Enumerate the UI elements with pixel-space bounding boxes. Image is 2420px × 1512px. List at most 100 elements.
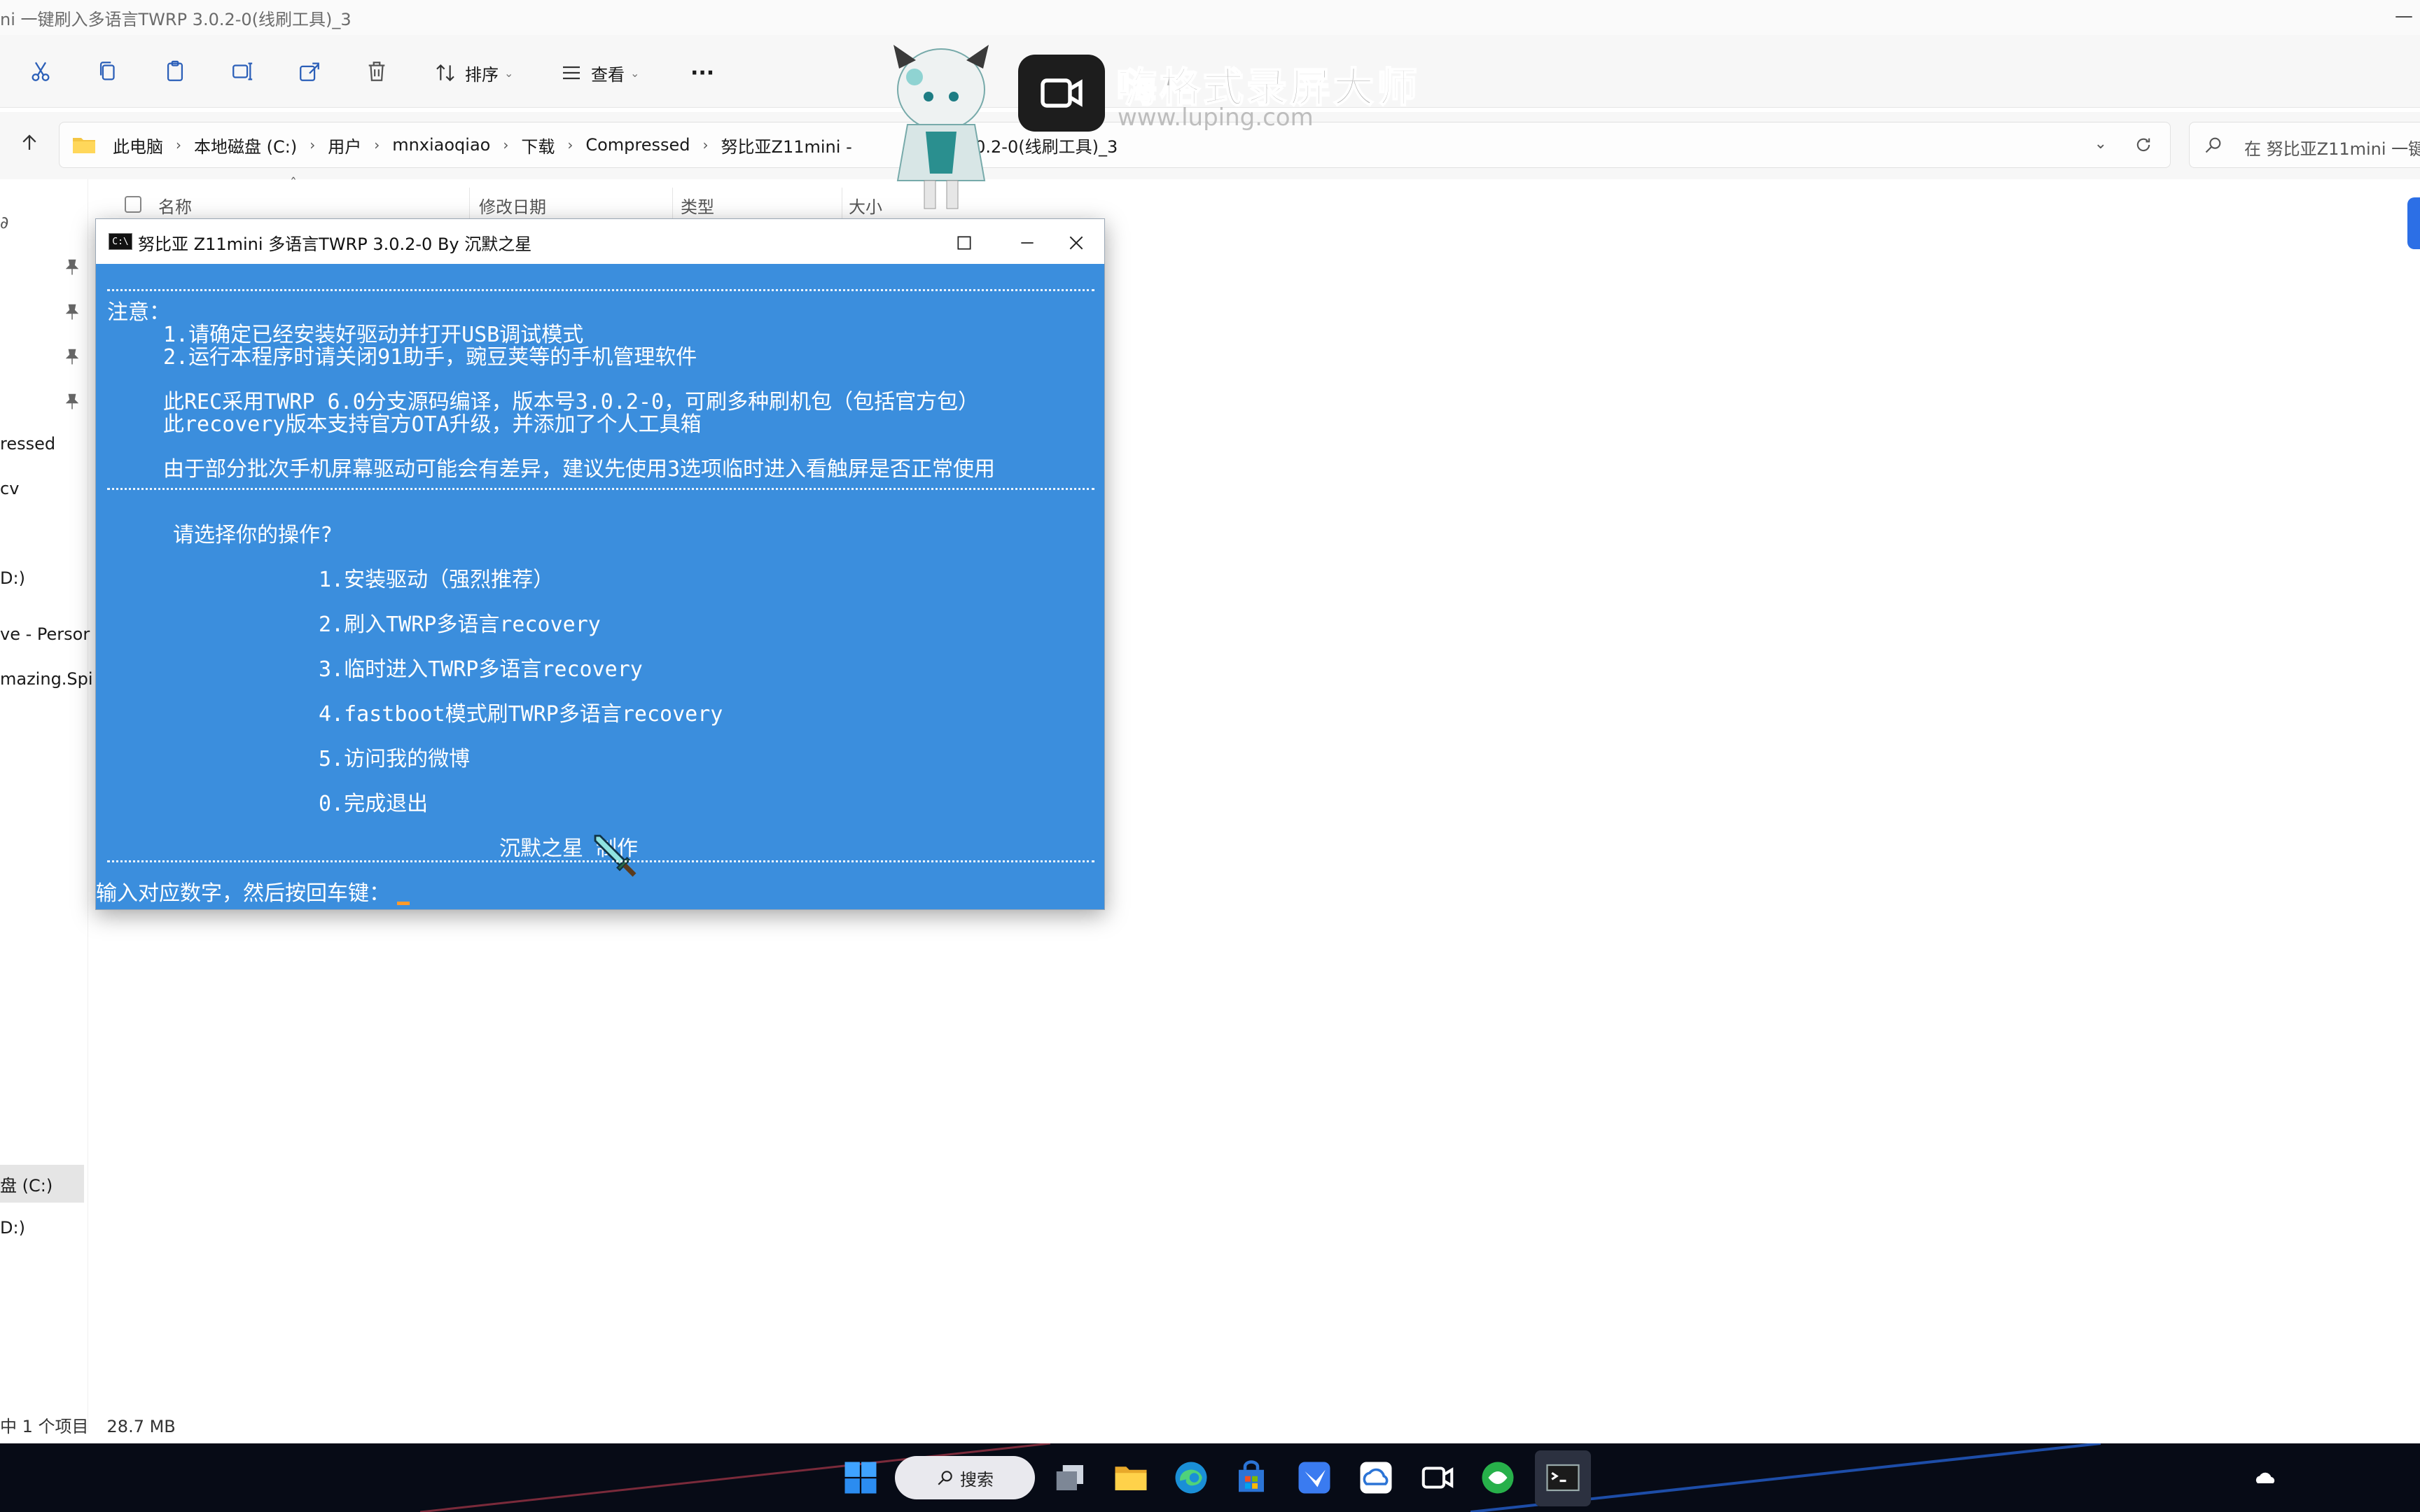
- breadcrumb-item[interactable]: 下载: [521, 133, 555, 158]
- feishu-app-icon[interactable]: [1291, 1455, 1337, 1501]
- delete-icon[interactable]: [360, 55, 394, 88]
- column-divider[interactable]: [469, 188, 470, 223]
- mascot-illustration: [893, 45, 989, 209]
- pin-icon: [66, 349, 78, 365]
- task-view-icon[interactable]: [1048, 1455, 1094, 1501]
- navigation-pane: ∂ ressed cv D:) ve - Persor mazing.Spi 盘…: [0, 179, 93, 1432]
- console-line: 此recovery版本支持官方OTA升级，并添加了个人工具箱: [163, 412, 702, 437]
- close-icon: [1069, 236, 1083, 250]
- refresh-icon[interactable]: [2131, 132, 2156, 158]
- video-camera-icon: [1018, 55, 1105, 132]
- cloud-drive-icon[interactable]: [1353, 1455, 1399, 1501]
- console-window[interactable]: C:\ 努比亚 Z11mini 多语言TWRP 3.0.2-0 By 沉默之星 …: [95, 218, 1105, 910]
- up-arrow-icon[interactable]: [15, 129, 43, 157]
- minimize-icon: [1021, 242, 1034, 244]
- column-divider[interactable]: [672, 188, 673, 223]
- minimize-button[interactable]: —: [2395, 6, 2413, 27]
- column-header-name[interactable]: 名称: [158, 193, 192, 218]
- paste-icon[interactable]: [158, 55, 192, 88]
- chevron-right-icon: ›: [176, 136, 181, 153]
- console-line: 由于部分批次手机屏幕驱动可能会有差异，建议先使用3选项临时进入看触屏是否正常使用: [163, 457, 996, 482]
- nav-item-amazing[interactable]: mazing.Spi: [0, 669, 93, 689]
- console-line: 2.运行本程序时请关闭91助手，豌豆荚等的手机管理软件: [163, 345, 697, 370]
- chevron-right-icon: ›: [702, 136, 709, 153]
- start-button[interactable]: [837, 1455, 884, 1501]
- taskbar: 搜索: [0, 1443, 2420, 1512]
- search-placeholder: 在 努比亚Z11mini 一键: [2244, 139, 2420, 159]
- minimize-button[interactable]: [1013, 229, 1041, 257]
- separator-line: [107, 289, 1094, 291]
- console-app-icon: C:\: [109, 233, 132, 250]
- microsoft-store-icon[interactable]: [1228, 1455, 1274, 1501]
- chevron-right-icon: ›: [567, 136, 573, 153]
- nav-item-drive-d-2[interactable]: D:): [0, 1218, 25, 1238]
- pin-icon: [66, 304, 78, 320]
- side-panel-tab[interactable]: [2407, 197, 2420, 249]
- nav-item-compressed[interactable]: ressed: [0, 434, 55, 454]
- column-headers: ˆ 名称 修改日期 类型 大小: [112, 175, 952, 223]
- windows-logo-icon: [844, 1462, 877, 1494]
- command-prompt-app-icon[interactable]: [1540, 1455, 1586, 1501]
- separator-line: [107, 860, 1094, 862]
- edge-browser-icon[interactable]: [1168, 1455, 1214, 1501]
- close-button[interactable]: [1062, 229, 1090, 257]
- sort-button[interactable]: 排序 ⌄: [434, 59, 513, 87]
- console-note: 注意：: [107, 300, 170, 325]
- view-label: 查看: [591, 64, 625, 85]
- sort-label: 排序: [465, 64, 499, 85]
- menu-option-2: 2.刷入TWRP多语言recovery: [319, 612, 601, 637]
- breadcrumb-item[interactable]: 本地磁盘 (C:): [194, 133, 297, 158]
- nav-item-drive-d[interactable]: D:): [0, 568, 25, 588]
- copy-icon[interactable]: [91, 55, 125, 88]
- explorer-title-bar: ni 一键刷入多语言TWRP 3.0.2-0(线刷工具)_3 —: [0, 0, 2420, 35]
- watermark-url: www.luping.com: [1118, 104, 1314, 132]
- breadcrumb-item[interactable]: 用户: [328, 133, 361, 158]
- share-icon[interactable]: [293, 55, 326, 88]
- more-options-button[interactable]: ···: [690, 59, 714, 87]
- rename-icon[interactable]: [225, 55, 259, 88]
- console-output[interactable]: 注意： 1.请确定已经安装好驱动并打开USB调试模式 2.运行本程序时请关闭91…: [96, 264, 1104, 909]
- green-app-icon[interactable]: [1475, 1455, 1521, 1501]
- console-title-bar[interactable]: C:\ 努比亚 Z11mini 多语言TWRP 3.0.2-0 By 沉默之星: [96, 219, 1104, 264]
- sort-ascending-icon: ˆ: [290, 175, 297, 192]
- console-window-title: 努比亚 Z11mini 多语言TWRP 3.0.2-0 By 沉默之星: [138, 234, 532, 254]
- nav-fragment: ∂: [0, 213, 9, 232]
- menu-option-5: 5.访问我的微博: [319, 747, 471, 771]
- menu-option-0: 0.完成退出: [319, 792, 429, 816]
- maximize-button[interactable]: [950, 229, 978, 257]
- breadcrumb-item[interactable]: 努比亚Z11mini -: [721, 133, 852, 158]
- cut-icon[interactable]: [24, 55, 57, 88]
- input-prompt: 输入对应数字，然后按回车键：: [96, 881, 390, 906]
- chevron-right-icon: ›: [310, 136, 316, 153]
- pin-icon: [66, 259, 78, 275]
- screen-recorder-app-icon[interactable]: [1414, 1455, 1461, 1501]
- breadcrumb-item[interactable]: 此电脑: [113, 133, 163, 158]
- onedrive-cloud-icon[interactable]: [2253, 1469, 2279, 1485]
- view-button[interactable]: 查看 ⌄: [560, 59, 639, 87]
- select-all-checkbox[interactable]: [125, 196, 141, 213]
- chevron-down-icon[interactable]: ⌄: [2094, 135, 2107, 153]
- breadcrumb-item[interactable]: mnxiaoqiao: [392, 135, 490, 155]
- pin-icon: [66, 393, 78, 410]
- maximize-icon: [957, 236, 971, 250]
- column-header-type[interactable]: 类型: [681, 193, 714, 218]
- file-explorer-icon[interactable]: [1108, 1455, 1154, 1501]
- breadcrumb-item[interactable]: Compressed: [585, 135, 690, 155]
- column-header-date[interactable]: 修改日期: [479, 193, 546, 218]
- text-cursor: [397, 902, 410, 905]
- taskbar-search-button[interactable]: 搜索: [895, 1456, 1035, 1499]
- nav-item-cv[interactable]: cv: [0, 479, 19, 498]
- nav-item-onedrive[interactable]: ve - Persor: [0, 624, 90, 644]
- search-input[interactable]: 在 努比亚Z11mini 一键: [2189, 122, 2420, 168]
- chevron-right-icon: ›: [374, 136, 380, 153]
- search-icon: [938, 1471, 952, 1485]
- folder-icon: [73, 138, 95, 153]
- chevron-down-icon: ⌄: [630, 66, 640, 80]
- cursor-sword-icon: [594, 834, 637, 877]
- search-icon: [2205, 137, 2221, 153]
- chevron-down-icon: ⌄: [504, 66, 514, 80]
- console-prompt-title: 请选择你的操作?: [173, 523, 333, 547]
- nav-item-drive-c[interactable]: 盘 (C:): [0, 1172, 53, 1196]
- separator-line: [107, 488, 1094, 490]
- status-bar: 中 1 个项目 28.7 MB: [0, 1413, 194, 1441]
